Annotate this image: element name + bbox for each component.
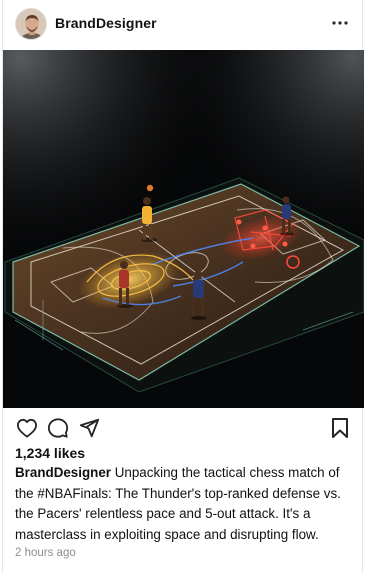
caption-username[interactable]: BrandDesigner — [15, 465, 111, 480]
post-username[interactable]: BrandDesigner — [55, 15, 157, 31]
post-header: BrandDesigner — [3, 0, 362, 48]
avatar-portrait — [16, 9, 46, 39]
bookmark-icon[interactable] — [327, 415, 353, 441]
paper-plane-icon[interactable] — [76, 415, 102, 441]
heart-icon[interactable] — [14, 415, 40, 441]
likes-count[interactable]: 1,234 likes — [15, 445, 85, 461]
post-actions — [3, 412, 362, 442]
ellipsis-horizontal-icon[interactable] — [328, 12, 352, 34]
post-image[interactable] — [3, 50, 364, 408]
post-card: BrandDesigner 1,234 likes BrandDesigner … — [2, 0, 364, 573]
basketball-court-illustration — [3, 50, 364, 408]
avatar[interactable] — [15, 8, 47, 40]
post-caption: BrandDesigner Unpacking the tactical che… — [15, 463, 355, 545]
post-timestamp: 2 hours ago — [15, 547, 76, 559]
comment-bubble-icon[interactable] — [45, 415, 71, 441]
